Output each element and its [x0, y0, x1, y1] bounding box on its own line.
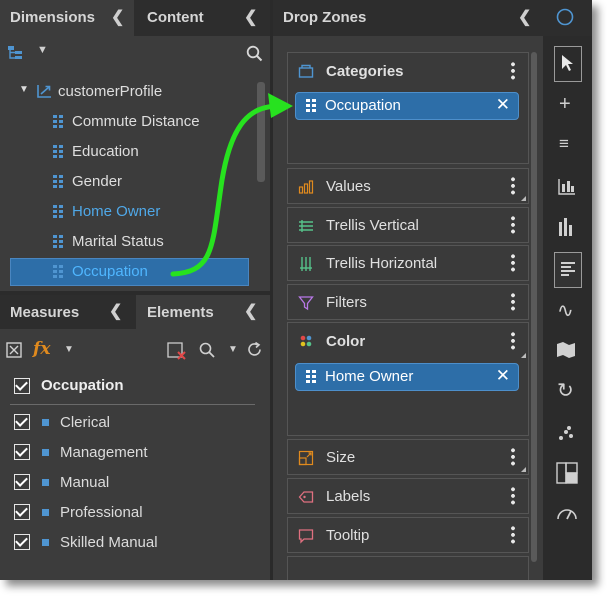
drag-arrow-annotation — [170, 93, 293, 277]
app-frame: Dimensions ❮ Content ❮ ▼ ▼ customerProfi… — [0, 0, 592, 580]
